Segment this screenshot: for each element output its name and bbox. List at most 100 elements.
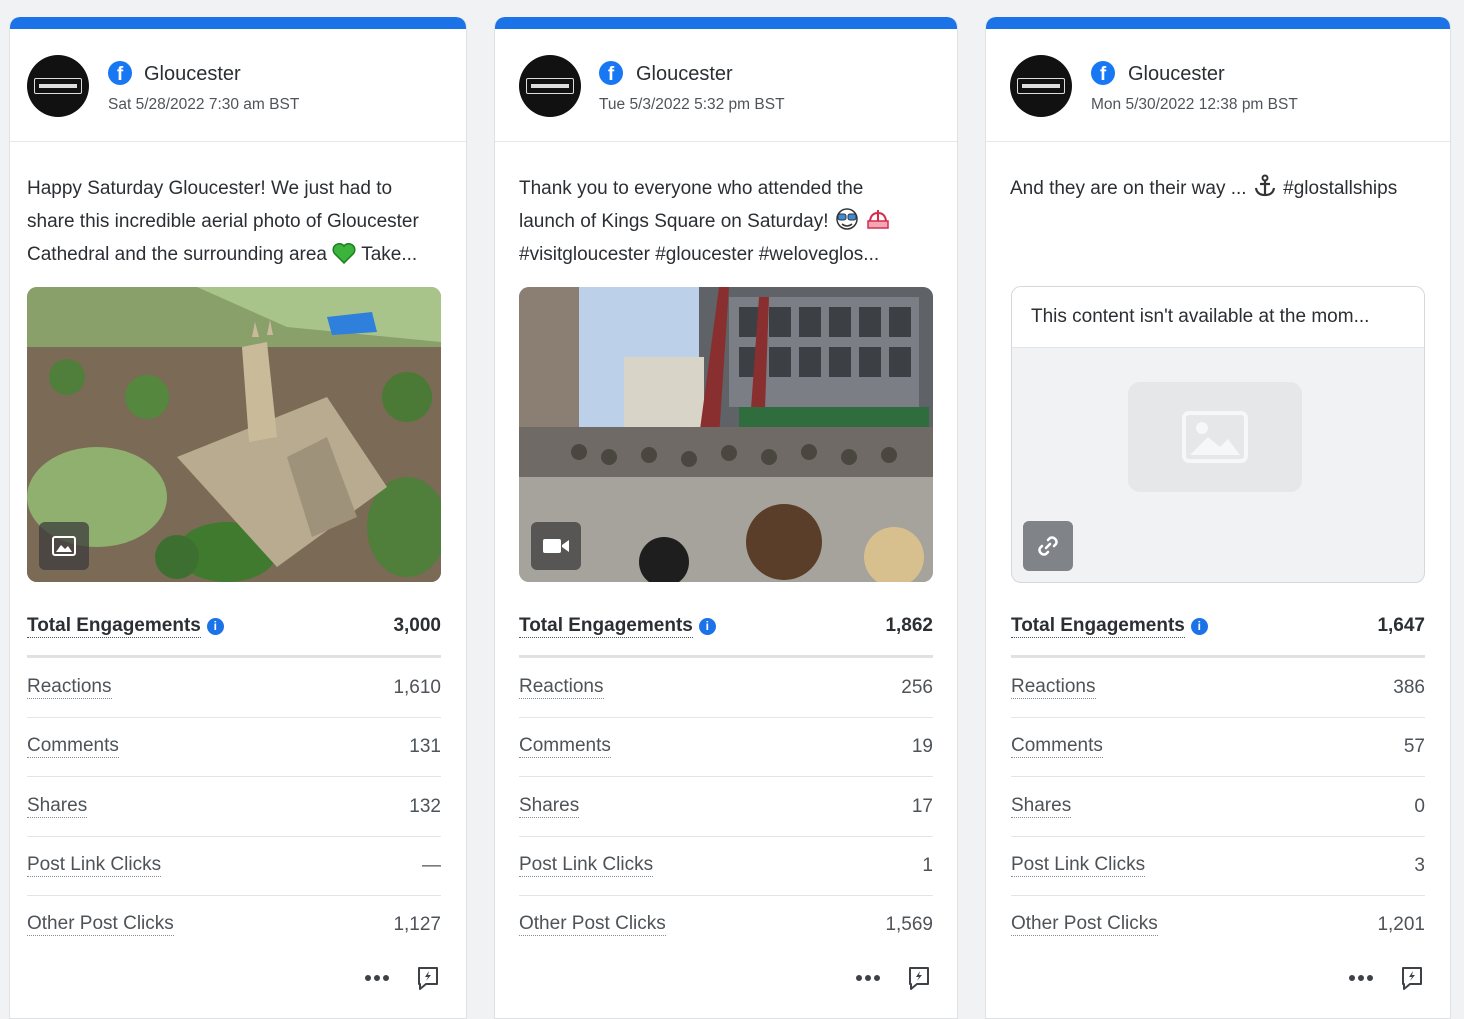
metric-label[interactable]: Other Post Clicks (27, 913, 174, 936)
metric-label[interactable]: Comments (519, 735, 611, 758)
aerial-photo (27, 287, 441, 582)
image-placeholder-icon (1128, 382, 1302, 492)
metric-label[interactable]: Reactions (519, 676, 604, 699)
avatar[interactable] (27, 55, 89, 117)
metric-row: Reactions 256 (519, 658, 933, 718)
metric-label[interactable]: Other Post Clicks (519, 913, 666, 936)
post-text: Happy Saturday Gloucester! We just had t… (27, 178, 419, 265)
metric-value: 17 (911, 795, 933, 817)
metric-value: 1,610 (393, 676, 441, 698)
page-name[interactable]: Gloucester (636, 63, 733, 86)
post-card-1: f Gloucester Sat 5/28/2022 7:30 am BST H… (9, 17, 467, 1019)
metric-value: 1 (922, 854, 933, 876)
metric-row: Post Link Clicks 3 (1011, 836, 1425, 896)
post-header: f Gloucester Tue 5/3/2022 5:32 pm BST (495, 29, 957, 142)
more-options-icon[interactable] (1349, 975, 1373, 981)
post-photo[interactable] (27, 287, 441, 582)
metric-value: 132 (409, 795, 441, 817)
total-engagements-row: Total Engagements i 1,862 (519, 597, 933, 658)
post-actions (365, 965, 441, 991)
metric-row: Reactions 386 (1011, 658, 1425, 718)
info-icon[interactable]: i (206, 617, 224, 635)
metric-value: 19 (911, 735, 933, 757)
post-video[interactable] (519, 287, 933, 582)
page-name[interactable]: Gloucester (1128, 63, 1225, 86)
metric-label[interactable]: Shares (1011, 795, 1072, 818)
metric-label[interactable]: Post Link Clicks (1011, 854, 1146, 877)
card-accent-bar (495, 17, 957, 29)
page-name[interactable]: Gloucester (144, 63, 241, 86)
metric-value: 3 (1414, 854, 1425, 876)
metric-label[interactable]: Comments (1011, 735, 1103, 758)
metric-row: Reactions 1,610 (27, 658, 441, 718)
metric-value: 1,862 (885, 615, 933, 636)
post-card-3: f Gloucester Mon 5/30/2022 12:38 pm BST … (985, 17, 1451, 1019)
info-icon[interactable]: i (698, 617, 716, 635)
metric-value: 1,569 (885, 913, 933, 935)
metric-value: 3,000 (393, 615, 441, 636)
video-camera-icon (531, 522, 581, 570)
metric-value: 131 (409, 735, 441, 757)
post-date: Tue 5/3/2022 5:32 pm BST (599, 96, 785, 113)
metric-value: 1,201 (1377, 913, 1425, 935)
card-accent-bar (986, 17, 1450, 29)
metric-value: 256 (901, 676, 933, 698)
post-actions (1349, 965, 1425, 991)
metric-value: 1,127 (393, 913, 441, 935)
quick-reply-icon[interactable] (415, 965, 441, 991)
quick-reply-icon[interactable] (906, 965, 932, 991)
metric-label[interactable]: Total Engagements (1011, 615, 1185, 638)
facebook-icon: f (599, 61, 623, 85)
facebook-icon: f (1091, 61, 1115, 85)
info-icon[interactable]: i (1190, 617, 1208, 635)
metric-row: Comments 19 (519, 717, 933, 777)
unavailable-message: This content isn't available at the mom.… (1012, 287, 1424, 348)
metric-value: — (422, 854, 441, 876)
more-options-icon[interactable] (365, 975, 389, 981)
metric-row: Shares 132 (27, 777, 441, 837)
metric-row: Post Link Clicks — (27, 836, 441, 896)
metric-value: 57 (1403, 735, 1425, 757)
metric-value: 1,647 (1377, 615, 1425, 636)
metric-row: Other Post Clicks 1,127 (27, 895, 441, 954)
metric-label[interactable]: Shares (27, 795, 88, 818)
metric-label[interactable]: Other Post Clicks (1011, 913, 1158, 936)
post-date: Sat 5/28/2022 7:30 am BST (108, 96, 300, 113)
metric-row: Comments 131 (27, 717, 441, 777)
metric-row: Comments 57 (1011, 717, 1425, 777)
metric-row: Other Post Clicks 1,201 (1011, 895, 1425, 954)
post-header: f Gloucester Sat 5/28/2022 7:30 am BST (10, 29, 466, 142)
metric-row: Shares 0 (1011, 777, 1425, 837)
sunglasses-face-icon (836, 208, 858, 230)
metric-value: 386 (1393, 676, 1425, 698)
post-text: Thank you to everyone who attended the l… (519, 172, 939, 271)
image-icon (39, 522, 89, 570)
more-options-icon[interactable] (856, 975, 880, 981)
metric-label[interactable]: Total Engagements (519, 615, 693, 638)
post-date: Mon 5/30/2022 12:38 pm BST (1091, 96, 1298, 113)
unavailable-content-box[interactable]: This content isn't available at the mom.… (1011, 286, 1425, 583)
link-icon (1023, 521, 1073, 571)
metric-label[interactable]: Total Engagements (27, 615, 201, 638)
avatar[interactable] (1010, 55, 1072, 117)
green-heart-icon (332, 242, 356, 264)
metric-label[interactable]: Reactions (27, 676, 112, 699)
quick-reply-icon[interactable] (1399, 965, 1425, 991)
card-accent-bar (10, 17, 466, 29)
metric-value: 0 (1414, 795, 1425, 817)
metric-label[interactable]: Post Link Clicks (519, 854, 654, 877)
video-thumbnail (519, 287, 933, 582)
avatar[interactable] (519, 55, 581, 117)
total-engagements-row: Total Engagements i 3,000 (27, 597, 441, 658)
fountain-icon (867, 210, 889, 229)
post-actions (856, 965, 932, 991)
metric-label[interactable]: Post Link Clicks (27, 854, 162, 877)
metric-row: Other Post Clicks 1,569 (519, 895, 933, 954)
post-card-2: f Gloucester Tue 5/3/2022 5:32 pm BST Th… (494, 17, 958, 1019)
metric-row: Post Link Clicks 1 (519, 836, 933, 896)
metric-label[interactable]: Reactions (1011, 676, 1096, 699)
metric-label[interactable]: Shares (519, 795, 580, 818)
anchor-icon (1254, 174, 1275, 197)
metric-label[interactable]: Comments (27, 735, 119, 758)
total-engagements-row: Total Engagements i 1,647 (1011, 597, 1425, 658)
